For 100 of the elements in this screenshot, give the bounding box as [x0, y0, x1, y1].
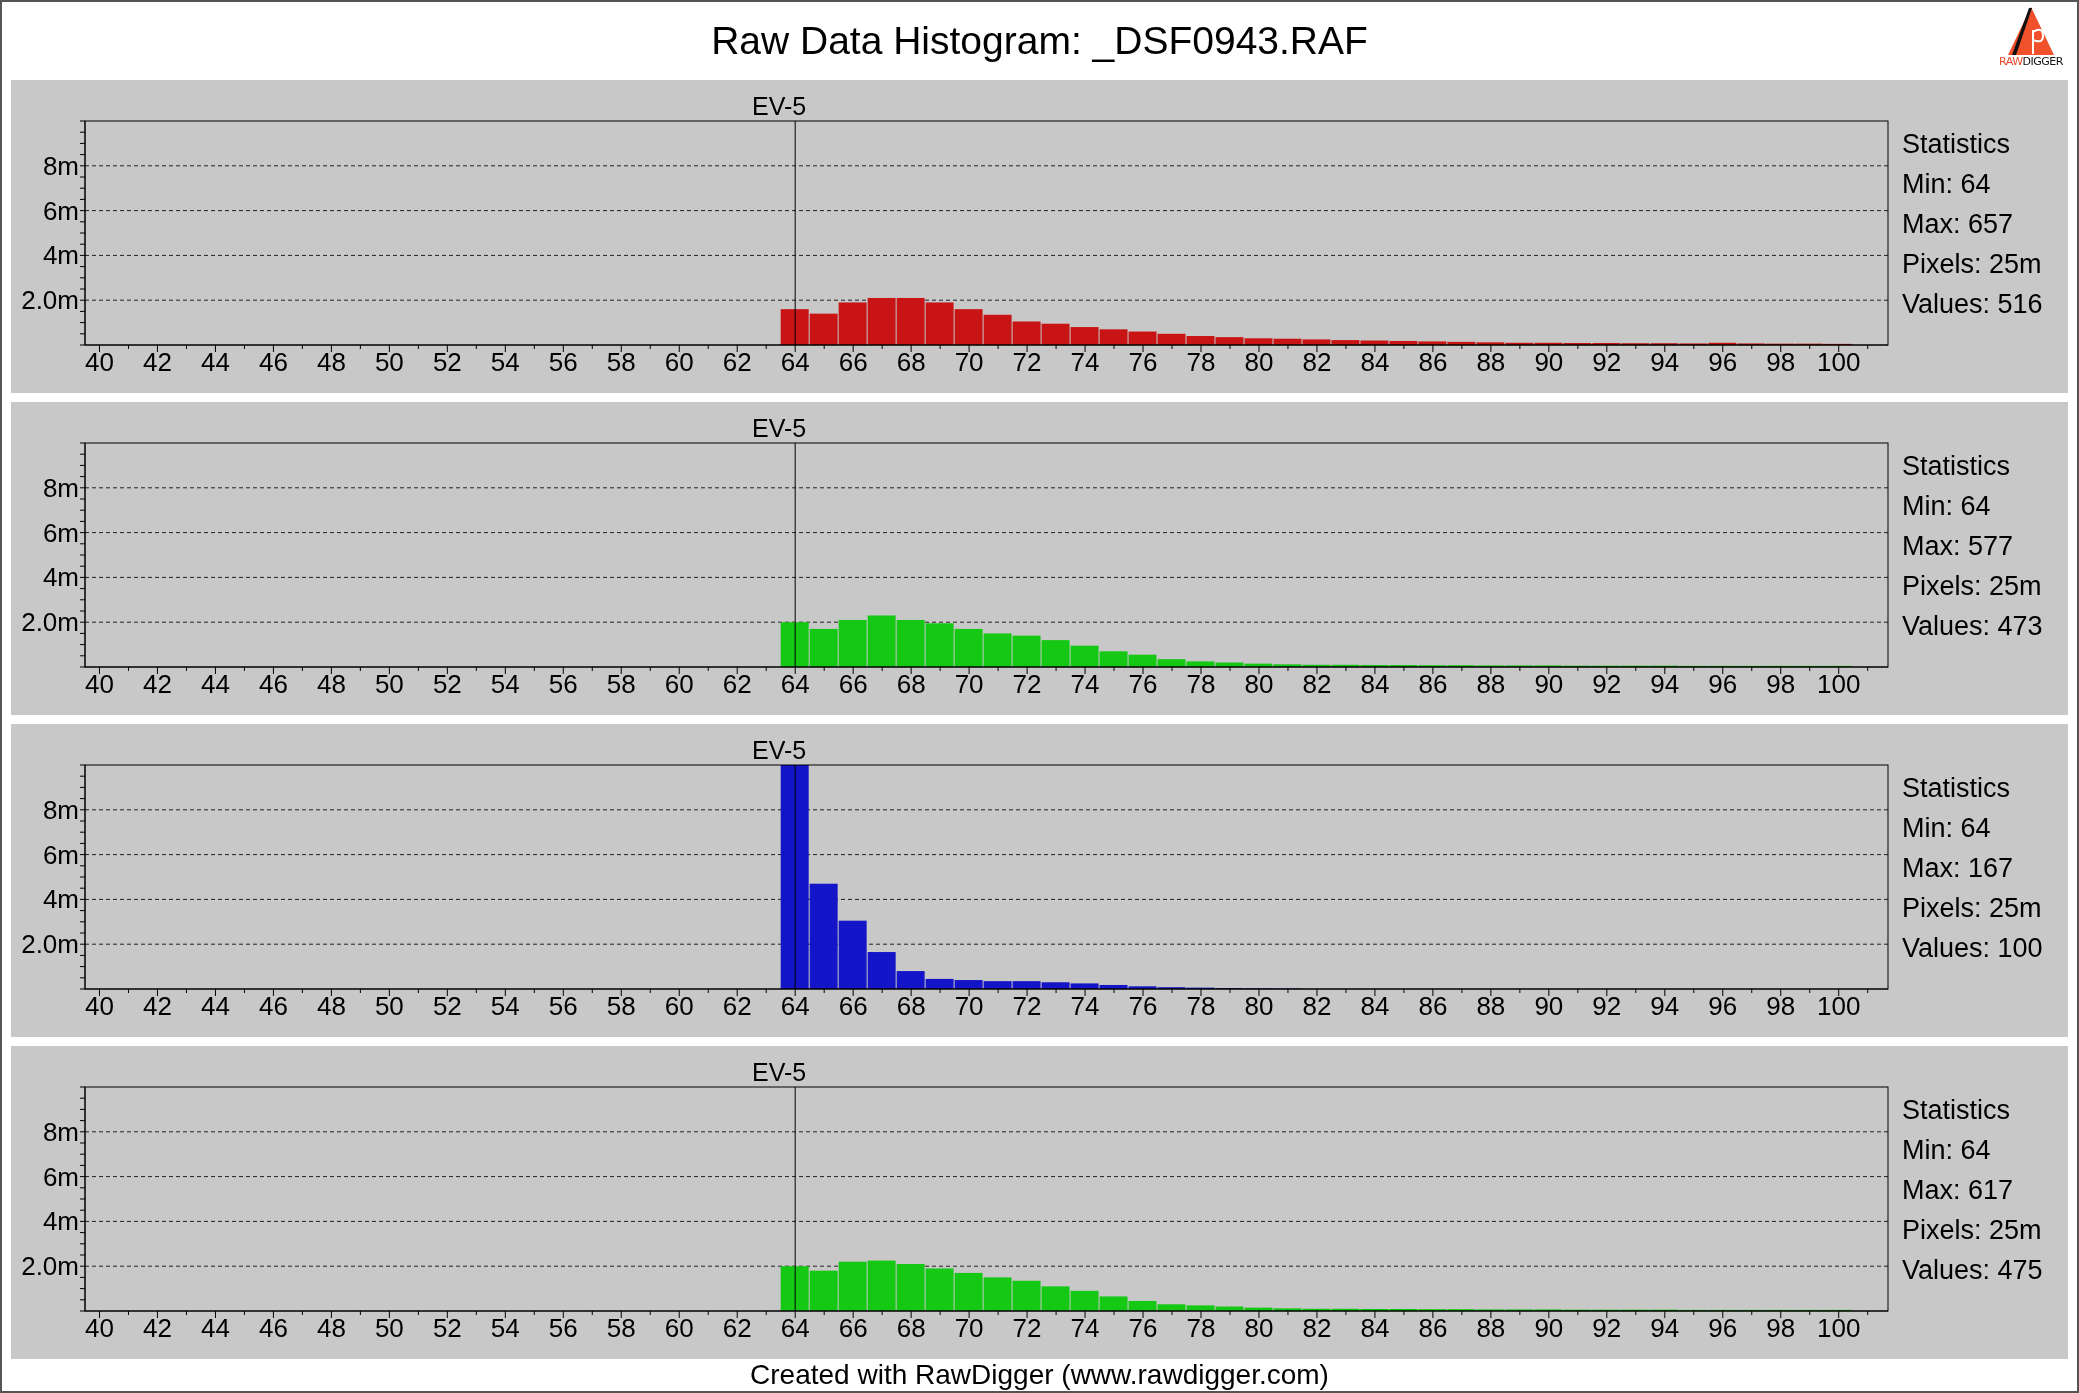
x-tick-label: 84 [1360, 1313, 1390, 1344]
x-tick-label: 56 [548, 347, 578, 378]
x-tick-label: 72 [1012, 347, 1042, 378]
x-tick-label: 88 [1476, 991, 1506, 1022]
x-tick-label: 56 [548, 669, 578, 700]
x-tick-label: 100 [1817, 669, 1861, 700]
x-tick-label: 82 [1302, 1313, 1332, 1344]
x-tick-label: 70 [954, 1313, 984, 1344]
x-tick-label: 42 [143, 669, 172, 700]
x-tick-label: 78 [1186, 991, 1216, 1022]
x-tick-label: 52 [432, 669, 462, 700]
x-tick-label: 100 [1817, 1313, 1861, 1344]
x-tick-label: 62 [722, 669, 752, 700]
x-tick-label: 54 [490, 1313, 520, 1344]
x-tick-label: 44 [201, 669, 230, 700]
x-tick-label: 86 [1418, 1313, 1448, 1344]
y-tick-label: 8m [42, 1116, 79, 1147]
x-tick-label: 40 [85, 1313, 114, 1344]
x-tick-label: 82 [1302, 991, 1332, 1022]
x-tick-label: 46 [258, 669, 288, 700]
y-tick-label: 6m [42, 195, 79, 226]
x-tick-label: 90 [1534, 1313, 1564, 1344]
y-tick-label: 8m [42, 794, 79, 825]
stats-value: Max: 577 [1902, 532, 2015, 560]
marker-label: EV-5 [752, 92, 807, 120]
x-tick-label: 64 [780, 1313, 810, 1344]
histogram-title: Raw Data Histogram: _DSF0943.RAF [711, 19, 1368, 63]
x-tick-label: 60 [664, 669, 694, 700]
x-tick-label: 84 [1360, 669, 1390, 700]
x-tick-label: 92 [1592, 1313, 1622, 1344]
stats-heading: Statistics [1902, 1096, 2012, 1124]
x-tick-label: 40 [85, 991, 114, 1022]
stats-value: Max: 617 [1902, 1176, 2015, 1204]
x-tick-label: 50 [374, 347, 404, 378]
x-tick-label: 68 [896, 347, 926, 378]
x-tick-label: 82 [1302, 669, 1332, 700]
x-tick-label: 66 [838, 1313, 868, 1344]
x-tick-label: 68 [896, 991, 926, 1022]
x-tick-label: 54 [490, 669, 520, 700]
x-tick-label: 98 [1766, 669, 1796, 700]
x-tick-label: 56 [548, 991, 578, 1022]
x-tick-label: 64 [780, 991, 810, 1022]
x-tick-label: 98 [1766, 347, 1796, 378]
x-tick-label: 46 [258, 347, 288, 378]
x-tick-label: 78 [1186, 1313, 1216, 1344]
stats-value: Max: 657 [1902, 210, 2015, 238]
marker-label: EV-5 [752, 736, 807, 764]
x-tick-label: 52 [432, 347, 462, 378]
x-tick-label: 82 [1302, 347, 1332, 378]
x-tick-label: 64 [780, 669, 810, 700]
x-tick-label: 96 [1708, 347, 1738, 378]
x-tick-label: 98 [1766, 991, 1796, 1022]
stats-value: Values: 475 [1902, 1256, 2043, 1284]
x-tick-label: 78 [1186, 347, 1216, 378]
x-tick-label: 74 [1070, 1313, 1100, 1344]
x-tick-label: 90 [1534, 347, 1564, 378]
marker-label: EV-5 [752, 1058, 807, 1086]
y-tick-label: 6m [42, 517, 79, 548]
x-tick-label: 58 [606, 991, 636, 1022]
x-tick-label: 74 [1070, 669, 1100, 700]
y-tick-label: 6m [42, 839, 79, 870]
x-tick-label: 86 [1418, 669, 1448, 700]
x-tick-label: 70 [954, 669, 984, 700]
x-tick-label: 44 [201, 991, 230, 1022]
stats-value: Values: 473 [1902, 612, 2043, 640]
x-tick-label: 94 [1650, 347, 1680, 378]
stats-value: Pixels: 25m [1902, 572, 2043, 600]
x-tick-label: 100 [1817, 347, 1861, 378]
x-tick-label: 46 [258, 1313, 288, 1344]
x-tick-label: 50 [374, 669, 404, 700]
x-tick-label: 88 [1476, 347, 1506, 378]
stats-heading: Statistics [1902, 774, 2012, 802]
x-tick-label: 80 [1244, 347, 1274, 378]
stats-value: Min: 64 [1902, 1136, 1992, 1164]
x-tick-label: 62 [722, 1313, 752, 1344]
stats-value: Min: 64 [1902, 814, 1992, 842]
x-tick-label: 80 [1244, 1313, 1274, 1344]
x-tick-label: 96 [1708, 991, 1738, 1022]
stats-heading: Statistics [1902, 130, 2012, 158]
y-tick-label: 8m [42, 472, 79, 503]
x-tick-label: 80 [1244, 669, 1274, 700]
x-tick-label: 92 [1592, 347, 1622, 378]
y-tick-label: 2.0m [21, 929, 79, 960]
stats-value: Max: 167 [1902, 854, 2015, 882]
x-tick-label: 70 [954, 991, 984, 1022]
x-tick-label: 66 [838, 347, 868, 378]
x-tick-label: 66 [838, 669, 868, 700]
x-tick-label: 94 [1650, 669, 1680, 700]
x-tick-label: 80 [1244, 991, 1274, 1022]
x-tick-label: 48 [316, 669, 346, 700]
x-tick-label: 68 [896, 669, 926, 700]
x-tick-label: 90 [1534, 669, 1564, 700]
x-tick-label: 84 [1360, 991, 1390, 1022]
x-tick-label: 40 [85, 347, 114, 378]
x-tick-label: 52 [432, 991, 462, 1022]
x-tick-label: 84 [1360, 347, 1390, 378]
y-tick-label: 2.0m [21, 607, 79, 638]
y-tick-label: 2.0m [21, 1251, 79, 1282]
y-tick-label: 4m [42, 240, 79, 271]
stats-value: Values: 516 [1902, 290, 2043, 318]
